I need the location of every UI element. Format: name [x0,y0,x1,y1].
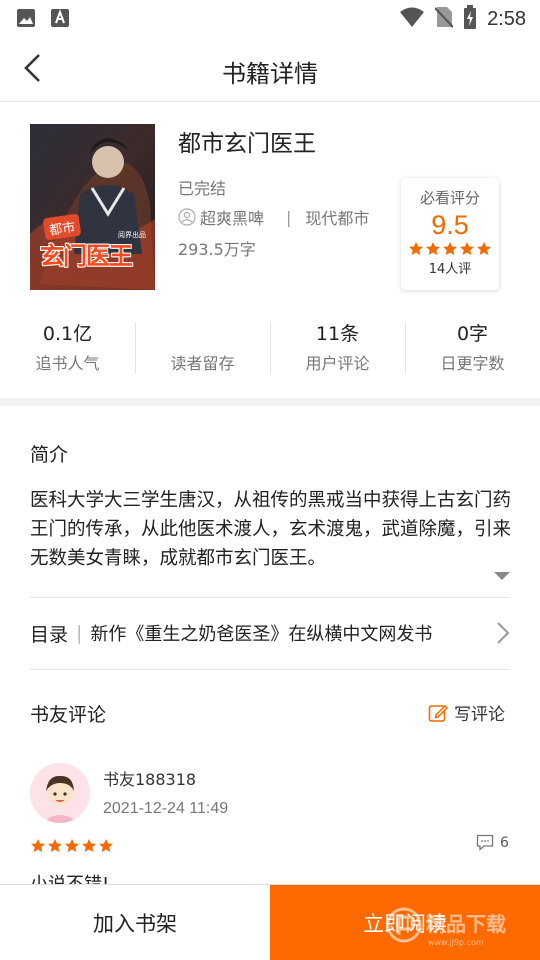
stat-reviews: 11条 用户评论 [270,320,405,378]
bottom-bar: 加入书架 立即阅读 精品下载 www.jj9p.com [0,884,540,960]
rating-count: 14人评 [428,262,472,277]
battery-icon [463,5,477,33]
author-link[interactable]: 超爽黑啤 [200,205,264,229]
expand-arrow-icon[interactable] [494,572,510,580]
comment-stars [30,838,114,854]
gallery-icon [16,8,36,32]
section-divider [0,398,540,406]
avatar[interactable] [30,763,90,823]
add-to-shelf-button[interactable]: 加入书架 [0,885,270,960]
star-icon [65,839,79,852]
star-icon [31,839,45,852]
svg-text:精品下载: 精品下载 [426,912,506,936]
rating-label: 必看评分 [419,189,480,207]
stat-daily-words: 0字 日更字数 [405,320,540,378]
svg-text:www.jj9p.com: www.jj9p.com [428,938,484,947]
stat-value: 0.1亿 [42,323,93,345]
cover-publisher: 阅界出品 [118,231,146,239]
stat-label: 读者留存 [170,354,235,373]
star-icon [82,839,96,852]
comments-title: 书友评论 [30,704,107,726]
toc-row[interactable]: 目录 | 新作《重生之奶爸医圣》在纵横中文网发书 [30,598,510,668]
star-icon [409,242,423,255]
read-now-button[interactable]: 立即阅读 精品下载 www.jj9p.com [270,885,540,960]
user-icon [178,208,196,226]
edit-icon [428,704,448,722]
no-sim-icon [434,6,454,32]
wifi-icon [399,6,425,32]
star-icon [443,242,457,255]
reply-count: 6 [500,834,509,851]
stats-row: 0.1亿 追书人气 读者留存 11条 用户评论 0字 日更字数 [0,320,540,378]
stat-value: 0字 [456,323,489,345]
status-time: 2:58 [487,7,526,30]
intro-text: 医科大学大三学生唐汉，从祖传的黑戒当中获得上古玄门药王门的传承，从此他医术渡人，… [30,490,512,569]
toc-latest-news: 新作《重生之奶爸医圣》在纵横中文网发书 [90,624,433,645]
status-bar: 2:58 [0,0,540,36]
stat-label: 追书人气 [35,354,100,373]
book-meta: 超爽黑啤 | 现代都市 [178,205,369,229]
comment-bubble-icon [476,834,494,851]
comment-username[interactable]: 书友188318 [103,766,196,790]
word-count: 293.5万字 [178,240,256,259]
stat-label: 日更字数 [440,354,505,373]
star-icon [477,242,491,255]
genre-link[interactable]: 现代都市 [305,205,369,229]
cover-title: 玄门医王 [40,242,133,270]
stat-value: 11条 [315,323,360,345]
star-icon [426,242,440,255]
stat-value [135,320,270,348]
stat-label: 用户评论 [305,354,370,373]
divider [30,669,510,670]
book-title: 都市玄门医王 [178,131,316,157]
reply-button[interactable]: 6 [476,834,509,851]
chevron-right-icon [490,620,510,646]
nav-bar: 书籍详情 [0,36,540,102]
write-review-button[interactable]: 写评论 [428,700,505,725]
write-review-label: 写评论 [454,705,505,725]
stat-retention: 读者留存 [135,320,270,378]
star-icon [99,839,113,852]
toc-separator: | [76,622,83,644]
star-icon [48,839,62,852]
rating-score: 9.5 [431,210,469,240]
rating-stars [401,241,499,257]
font-icon [50,8,70,32]
intro-title: 简介 [30,444,69,466]
meta-separator: | [286,207,292,227]
comment-time: 2021-12-24 11:49 [103,800,229,817]
rating-card: 必看评分 9.5 14人评 [401,178,499,290]
toc-label: 目录 [30,623,69,646]
book-cover[interactable]: 都市 玄门医王 阅界出品 [30,124,155,290]
stat-popularity: 0.1亿 追书人气 [0,320,135,378]
page-title: 书籍详情 [222,60,318,88]
star-icon [460,242,474,255]
book-status: 已完结 [178,179,227,198]
watermark: 精品下载 www.jj9p.com [384,901,534,956]
